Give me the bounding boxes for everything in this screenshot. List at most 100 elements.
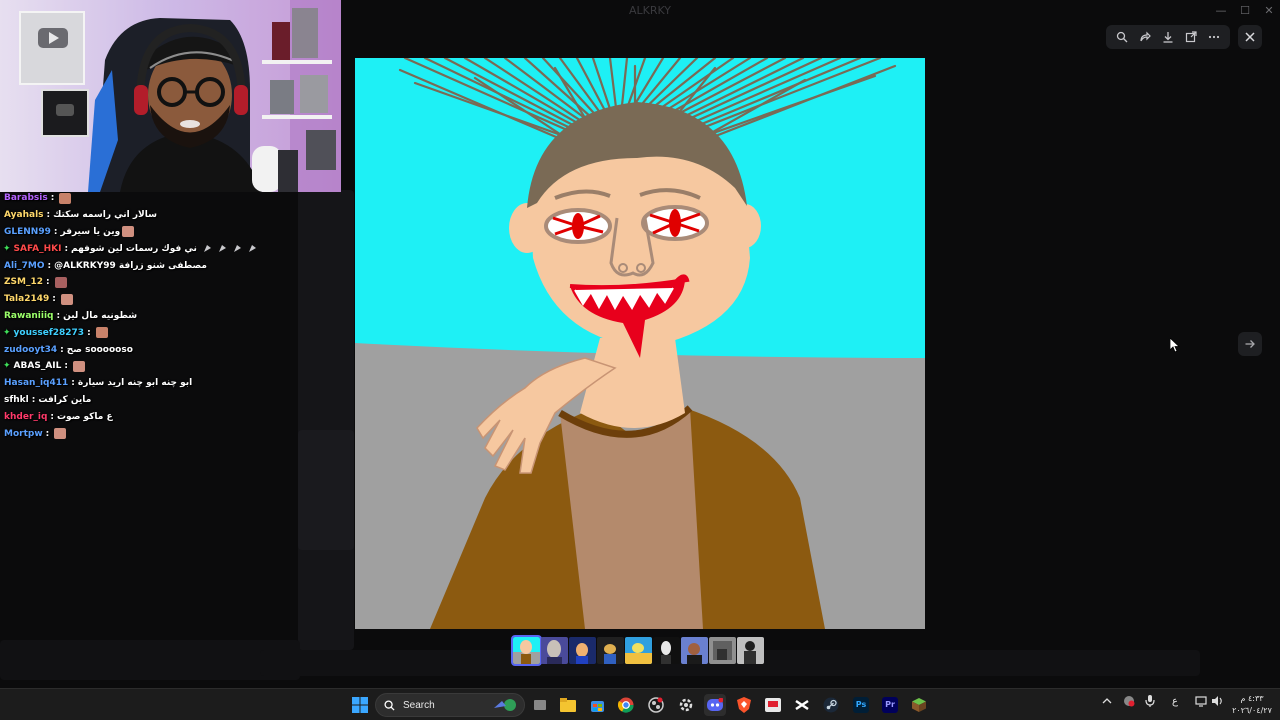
network-icon[interactable]	[1195, 695, 1207, 710]
chat-username[interactable]: GLENN99	[4, 227, 51, 237]
folder-icon[interactable]	[557, 694, 579, 716]
chat-badge-icon: ✦	[3, 361, 11, 372]
viewer-toolbar	[1106, 25, 1230, 49]
mouse-cursor	[1169, 337, 1181, 357]
chat-text: ابو چنه ابو چنه اريد سيارة	[77, 378, 193, 389]
chat-username[interactable]: Ali_7MO	[4, 261, 45, 271]
chat-text: @ALKRKY99 مصطفى شنو زرافة	[54, 260, 207, 271]
obs-icon[interactable]	[645, 694, 667, 716]
thumbnail[interactable]	[511, 635, 542, 666]
store-icon[interactable]	[586, 694, 608, 716]
chat-text: صح soooooso	[66, 344, 133, 355]
chat-separator: :	[52, 294, 56, 305]
chat-message: GLENN99: وين يا سيرفر	[0, 224, 300, 241]
search-highlight-icon	[494, 699, 516, 711]
chat-separator: :	[45, 428, 50, 439]
chat-text: شطونيه مال لين	[63, 310, 138, 321]
thumbnail[interactable]	[625, 637, 652, 664]
thumbnail[interactable]	[653, 637, 680, 664]
chat-username[interactable]: ABAS_AIL	[14, 361, 62, 371]
task-view-icon[interactable]	[529, 694, 551, 716]
language-indicator[interactable]: ع	[1172, 696, 1178, 707]
chat-username[interactable]: Tala2149	[4, 294, 49, 304]
chat-separator: :	[71, 378, 75, 389]
thumbnail[interactable]	[737, 637, 764, 664]
chat-username[interactable]: SAFA_HKI	[14, 244, 62, 254]
search-label: Search	[403, 699, 435, 711]
chat-emote-icon	[233, 244, 242, 253]
chat-separator: :	[64, 243, 69, 254]
chat-message: Ali_7MO: @ALKRKY99 مصطفى شنو زرافة	[0, 257, 300, 274]
chat-emote-icon	[248, 244, 257, 253]
chat-text: ع ماكو صوت	[57, 411, 113, 422]
brave-icon[interactable]	[733, 694, 755, 716]
chat-emote-icon	[72, 360, 85, 372]
thumbnail[interactable]	[541, 637, 568, 664]
chat-separator: :	[56, 310, 61, 321]
chat-badge-icon: ✦	[3, 327, 11, 338]
discord-icon[interactable]	[704, 694, 726, 716]
clock-date: ٢٠٢٦/٠٤/٢٧	[1232, 706, 1272, 715]
windows-icon	[352, 697, 368, 713]
forward-icon[interactable]	[1136, 28, 1154, 46]
chat-username[interactable]: Rawaniiiq	[4, 311, 54, 321]
zoom-icon[interactable]	[1113, 28, 1131, 46]
clock[interactable]: ٤:٣٣ م ٢٠٢٦/٠٤/٢٧	[1228, 693, 1276, 717]
volume-icon[interactable]	[1211, 695, 1223, 710]
thumbnail[interactable]	[709, 637, 736, 664]
thumbnail[interactable]	[681, 637, 708, 664]
chat-separator: :	[46, 277, 50, 288]
chat-separator: :	[60, 344, 64, 355]
chat-username[interactable]: ZSM_12	[4, 277, 43, 287]
clock-time: ٤:٣٣ م	[1240, 694, 1264, 703]
windows-taskbar: Search Ps Pr ع ٤:٣٣ م ٢٠٢٦/٠٤/٢٧	[0, 688, 1280, 720]
chevron-up-icon[interactable]	[1102, 696, 1112, 709]
start-button[interactable]	[349, 694, 371, 716]
window-close-button[interactable]: ✕	[1258, 2, 1280, 20]
chat-separator: :	[87, 327, 91, 338]
chat-message: ✦ SAFA_HKI: ني فوك رسمات لين شوفهم	[0, 240, 300, 257]
chat-message: zudooyt34: صح soooooso	[0, 341, 300, 358]
steam-icon[interactable]	[820, 694, 842, 716]
chat-username[interactable]: Mortpw	[4, 429, 43, 439]
thumbnail[interactable]	[597, 637, 624, 664]
chat-username[interactable]: Hasan_iq411	[4, 378, 68, 388]
open-external-icon[interactable]	[1182, 28, 1200, 46]
media-icon[interactable]	[762, 694, 784, 716]
settings-icon[interactable]	[675, 694, 697, 716]
photoshop-icon[interactable]: Ps	[850, 694, 872, 716]
chat-separator: :	[64, 361, 68, 372]
close-viewer-button[interactable]	[1238, 25, 1262, 49]
premiere-icon[interactable]: Pr	[879, 694, 901, 716]
chat-message: Rawaniiiq: شطونيه مال لين	[0, 308, 300, 325]
chrome-icon[interactable]	[615, 694, 637, 716]
minimize-button[interactable]: —	[1210, 2, 1232, 20]
next-image-button[interactable]	[1238, 332, 1262, 356]
chat-separator: :	[46, 210, 51, 221]
taskbar-search[interactable]: Search	[375, 693, 525, 717]
microphone-icon[interactable]	[1145, 695, 1155, 710]
chat-emote-icon	[60, 293, 73, 305]
chat-text: وين يا سيرفر	[60, 226, 121, 237]
search-icon	[384, 699, 395, 711]
minecraft-icon[interactable]	[908, 694, 930, 716]
maximize-button[interactable]: ☐	[1234, 2, 1256, 20]
tray-app-icon[interactable]	[1123, 695, 1135, 710]
download-icon[interactable]	[1159, 28, 1177, 46]
chat-text: ني فوك رسمات لين شوفهم	[71, 243, 197, 254]
chat-emote-icon	[218, 244, 227, 253]
window-title: ALKRKY	[628, 4, 672, 17]
chat-message: Hasan_iq411: ابو چنه ابو چنه اريد سيارة	[0, 375, 300, 392]
capcut-icon[interactable]	[791, 694, 813, 716]
more-icon[interactable]	[1205, 28, 1223, 46]
thumbnail[interactable]	[569, 637, 596, 664]
backdrop-userbar	[0, 640, 300, 680]
chat-username[interactable]: khder_iq	[4, 412, 47, 422]
chat-username[interactable]: Barabsis	[4, 193, 48, 203]
chat-separator: :	[50, 411, 55, 422]
webcam-feed	[0, 0, 341, 192]
chat-username[interactable]: zudooyt34	[4, 345, 57, 355]
chat-username[interactable]: youssef28273	[14, 328, 85, 338]
chat-username[interactable]: Ayahals	[4, 210, 44, 220]
chat-username[interactable]: sfhkl	[4, 395, 29, 405]
